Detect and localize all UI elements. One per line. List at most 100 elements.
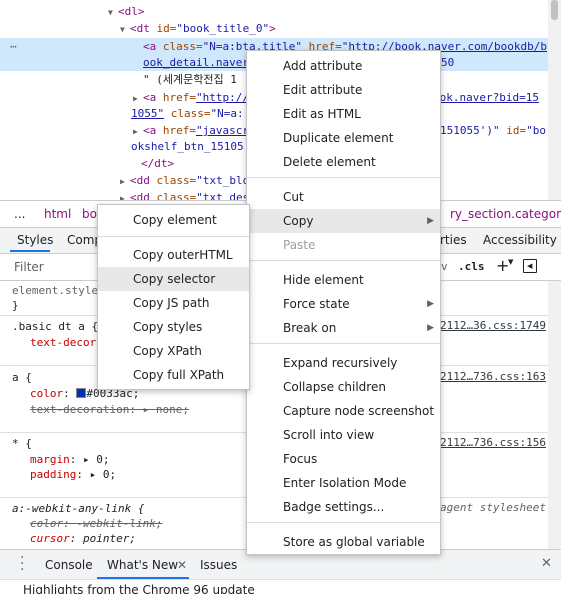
rule-selector[interactable]: * {: [12, 436, 32, 452]
menu-item-focus[interactable]: Focus: [247, 447, 440, 471]
rule-selector[interactable]: a:-webkit-any-link {: [12, 501, 144, 517]
toggle-sidebar-icon[interactable]: ◀: [523, 259, 537, 273]
drawer-tab-issues[interactable]: Issues: [200, 558, 237, 572]
menu-item-copy-element[interactable]: Copy element: [98, 208, 249, 232]
menu-item-delete-element[interactable]: Delete element: [247, 150, 440, 174]
menu-item-collapse-children[interactable]: Collapse children: [247, 375, 440, 399]
menu-item-store-as-global-variable[interactable]: Store as global variable: [247, 530, 440, 554]
attr-value: "N=a:: [210, 107, 244, 120]
dt-tag: <dt: [130, 22, 150, 35]
breadcrumb-ellipsis[interactable]: ...: [14, 207, 25, 221]
menu-item-duplicate-element[interactable]: Duplicate element: [247, 126, 440, 150]
menu-item-capture-node-screenshot[interactable]: Capture node screenshot: [247, 399, 440, 423]
tab-properties[interactable]: rties: [440, 233, 467, 247]
rule-source-link[interactable]: 2112…36.css:1749: [440, 319, 546, 332]
menu-separator: [247, 260, 440, 261]
menu-item-copy-js-path[interactable]: Copy JS path: [98, 291, 249, 315]
attr-value: 50: [441, 56, 455, 69]
tag-end: >: [269, 22, 276, 35]
menu-item-force-state[interactable]: Force state ▶: [247, 292, 440, 316]
dl-tag: <dl>: [118, 5, 145, 18]
expand-triangle-icon[interactable]: ▶: [120, 190, 130, 200]
menu-item-badge-settings[interactable]: Badge settings...: [247, 495, 440, 519]
attr-name: id=: [149, 22, 177, 35]
attr-name: href=: [156, 91, 196, 104]
drawer-tab-console[interactable]: Console: [45, 558, 93, 572]
menu-item-edit-as-html[interactable]: Edit as HTML: [247, 102, 440, 126]
tree-line-dt[interactable]: ▼ <dt id="book_title_0">: [0, 20, 548, 37]
filter-input[interactable]: Filter: [14, 260, 44, 274]
tree-line-dl[interactable]: ▼ <dl>: [0, 3, 548, 20]
css-declaration[interactable]: margin: ▸ 0;: [30, 452, 110, 468]
menu-separator: [98, 236, 249, 237]
collapse-triangle-icon[interactable]: ▼: [120, 21, 130, 38]
breadcrumb-item-section[interactable]: ry_section.categor: [450, 207, 561, 221]
close-tab-icon[interactable]: ✕: [177, 558, 187, 572]
a-tag: <a: [143, 40, 157, 53]
more-dots-icon[interactable]: ⋯: [10, 38, 17, 55]
tab-styles[interactable]: Styles: [17, 233, 53, 247]
rule-source-link[interactable]: 2112…736.css:156: [440, 436, 546, 449]
menu-item-hide-element[interactable]: Hide element: [247, 268, 440, 292]
attr-link[interactable]: ook.naver?bid=15: [433, 89, 539, 106]
menu-item-copy-xpath[interactable]: Copy XPath: [98, 339, 249, 363]
attr-link[interactable]: "javascr: [196, 124, 249, 137]
menu-item-enter-isolation-mode[interactable]: Enter Isolation Mode: [247, 471, 440, 495]
active-tab-indicator: [10, 250, 50, 252]
tab-accessibility[interactable]: Accessibility: [483, 233, 557, 247]
menu-item-copy-outerhtml[interactable]: Copy outerHTML: [98, 243, 249, 267]
css-property: text-decoration: [30, 403, 130, 416]
breadcrumb-item-html[interactable]: html: [44, 207, 71, 221]
element-style-selector: element.style: [12, 284, 99, 297]
rule-selector[interactable]: .basic dt a {: [12, 319, 98, 335]
css-declaration[interactable]: padding: ▸ 0;: [30, 467, 116, 483]
attr-link[interactable]: "http://: [196, 91, 249, 104]
color-swatch-icon[interactable]: [76, 388, 87, 398]
attr-name: class=: [156, 40, 203, 53]
rule-selector[interactable]: a {: [12, 370, 32, 386]
close-drawer-icon[interactable]: ✕: [541, 556, 552, 571]
new-rule-dropdown-icon[interactable]: ▼: [508, 258, 513, 266]
collapse-triangle-icon[interactable]: ▼: [108, 4, 118, 21]
css-declaration-overridden[interactable]: text-decoration: ▸ none;: [30, 402, 189, 418]
rule-source-link[interactable]: 2112…736.css:163: [440, 370, 546, 383]
menu-item-paste[interactable]: Paste: [247, 233, 440, 257]
styles-scrollbar[interactable]: [548, 281, 561, 549]
text-node: " (세계문학전집 1: [143, 73, 237, 86]
menu-separator: [247, 177, 440, 178]
scrollbar-thumb[interactable]: [551, 0, 558, 20]
menu-item-copy[interactable]: Copy ▶: [247, 209, 440, 233]
css-value: pointer: [83, 532, 130, 545]
submenu-arrow-icon: ▶: [427, 323, 434, 333]
menu-item-scroll-into-view[interactable]: Scroll into view: [247, 423, 440, 447]
hov-toggle[interactable]: v: [441, 260, 448, 273]
drawer-tab-whats-new[interactable]: What's New: [107, 558, 178, 572]
attr-link[interactable]: ook_detail.naver: [143, 56, 249, 69]
menu-item-copy-full-xpath[interactable]: Copy full XPath: [98, 363, 249, 387]
menu-item-edit-attribute[interactable]: Edit attribute: [247, 78, 440, 102]
attr-value: "txt_des: [196, 191, 250, 200]
menu-item-break-on[interactable]: Break on ▶: [247, 316, 440, 340]
css-property[interactable]: text-decor: [30, 335, 96, 351]
attr-link[interactable]: 1055": [131, 107, 164, 120]
attr-name: class=: [149, 174, 197, 187]
elements-scrollbar[interactable]: [548, 0, 561, 200]
css-value: -webkit-link: [76, 517, 156, 530]
expand-triangle-icon[interactable]: ▶: [120, 173, 130, 190]
attr-name: class=: [164, 107, 211, 120]
attr-name: href=: [156, 124, 196, 137]
drawer-menu-icon[interactable]: · · ·: [20, 551, 24, 577]
menu-item-add-attribute[interactable]: Add attribute: [247, 54, 440, 78]
menu-item-cut[interactable]: Cut: [247, 185, 440, 209]
submenu-arrow-icon: ▶: [427, 216, 434, 226]
brace-close: }: [12, 299, 19, 312]
menu-item-copy-styles[interactable]: Copy styles: [98, 315, 249, 339]
dd-tag: <dd: [130, 191, 150, 200]
attr-value: "book_title_0": [176, 22, 270, 35]
menu-item-expand-recursively[interactable]: Expand recursively: [247, 351, 440, 375]
menu-item-copy-selector[interactable]: Copy selector: [98, 267, 249, 291]
user-agent-stylesheet-label: agent stylesheet: [440, 501, 546, 514]
breadcrumb-item-body[interactable]: bo: [82, 207, 97, 221]
cls-toggle[interactable]: .cls: [458, 260, 485, 273]
attr-value: 151055')": [440, 124, 500, 137]
